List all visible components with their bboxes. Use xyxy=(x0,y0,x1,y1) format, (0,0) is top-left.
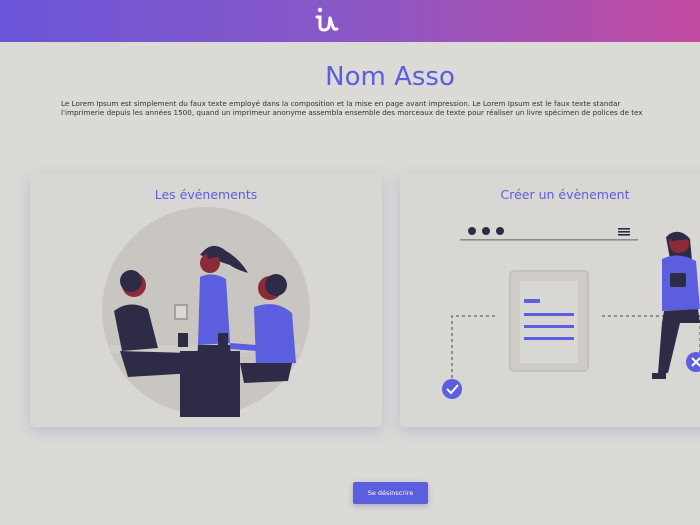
events-card[interactable]: Les événements xyxy=(30,173,382,427)
top-header xyxy=(0,0,700,42)
check-icon xyxy=(442,379,462,399)
people-meeting-illustration xyxy=(102,207,310,417)
iu-logo-icon[interactable] xyxy=(311,4,343,36)
create-event-illustration xyxy=(442,227,700,399)
page-title: Nom Asso xyxy=(325,62,455,92)
page-description: Le Lorem Ipsum est simplement du faux te… xyxy=(61,100,700,117)
description-line-2: l'imprimerie depuis les années 1500, qua… xyxy=(61,107,643,117)
close-icon xyxy=(686,352,700,372)
create-event-card[interactable]: Créer un évènement xyxy=(400,173,700,427)
unsubscribe-button[interactable]: Se désinscrire xyxy=(353,482,428,504)
